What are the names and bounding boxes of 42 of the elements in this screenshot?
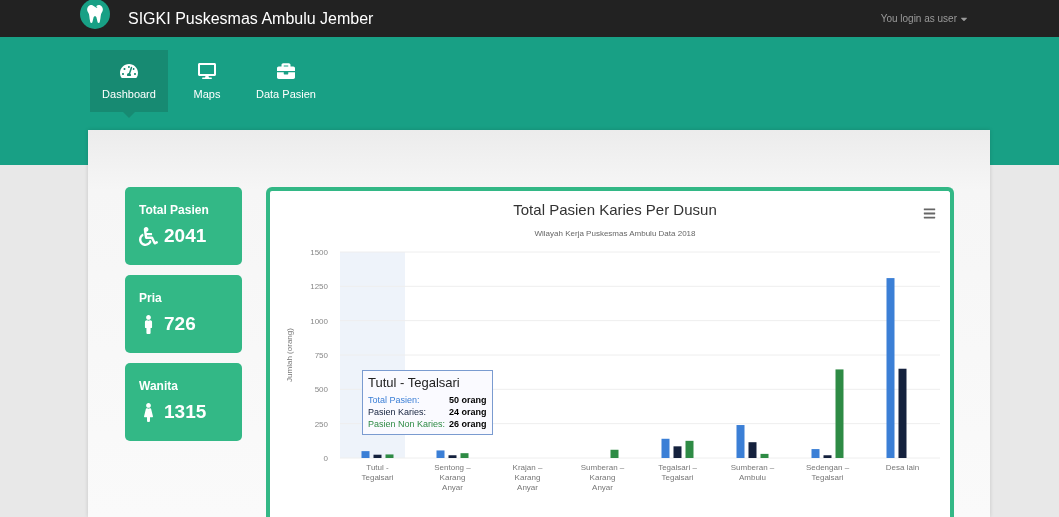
monitor-icon	[198, 62, 216, 80]
tooth-logo-icon	[80, 0, 110, 29]
tooltip-label: Pasien Karies:	[368, 406, 427, 418]
gauge-icon	[120, 62, 138, 80]
axis-tick-label: 250	[314, 419, 328, 429]
axis-category-label: Desa lain	[885, 463, 920, 472]
nav-tab[interactable]: Data Pasien	[246, 50, 326, 112]
axis-category-label: Sedengan – Tegalsari	[805, 463, 850, 482]
axis-tick-label: 0	[323, 454, 328, 463]
stat-label: Total Pasien	[139, 203, 210, 217]
stat-label: Wanita	[139, 379, 179, 393]
stat-value: 726	[164, 313, 196, 335]
axis-category-label: Sumberan – Ambulu	[730, 463, 775, 482]
stat-value: 1315	[164, 401, 207, 423]
briefcase-icon	[276, 62, 295, 80]
stat-label: Pria	[139, 291, 163, 305]
axis-category-label: Krajan – Karang Anyar	[512, 463, 543, 492]
axis-tick-label: 1000	[310, 316, 328, 326]
axis-title: Jumlah (orang)	[285, 328, 294, 382]
axis-tick-label: 1250	[310, 282, 328, 292]
nav-tab[interactable]: Maps	[168, 50, 246, 112]
tooltip-label: Total Pasien:	[368, 394, 420, 406]
nav-tab[interactable]: Dashboard	[90, 50, 168, 112]
brand-title: SIGKI Puskesmas Ambulu Jember	[128, 9, 375, 28]
tooltip-value: 50 orang	[449, 394, 487, 406]
wheelchair-icon	[139, 226, 158, 246]
stat-value: 2041	[164, 225, 207, 247]
tooltip-value: 26 orang	[449, 418, 487, 430]
tooltip-value: 24 orang	[449, 406, 487, 418]
tooltip-title: Tutul - Tegalsari	[368, 375, 461, 390]
chart-subtitle: Wilayah Kerja Puskesmas Ambulu Data 2018	[534, 229, 696, 238]
axis-tick-label: 500	[314, 385, 328, 395]
axis-category-label: Sentong – Karang Anyar	[434, 463, 471, 492]
tooltip-label: Pasien Non Karies:	[368, 418, 446, 430]
axis-category-label: Tegalsari – Tegalsari	[658, 463, 697, 482]
axis-category-label: Tutul - Tegalsari	[361, 463, 394, 482]
user-menu[interactable]: You login as user	[880, 13, 969, 24]
axis-tick-label: 1500	[310, 248, 328, 257]
axis-tick-label: 750	[314, 351, 328, 360]
menu-button[interactable]	[923, 207, 936, 220]
axis-category-label: Sumberan – Karang Anyar	[580, 463, 625, 492]
chart-title: Total Pasien Karies Per Dusun	[513, 201, 717, 218]
